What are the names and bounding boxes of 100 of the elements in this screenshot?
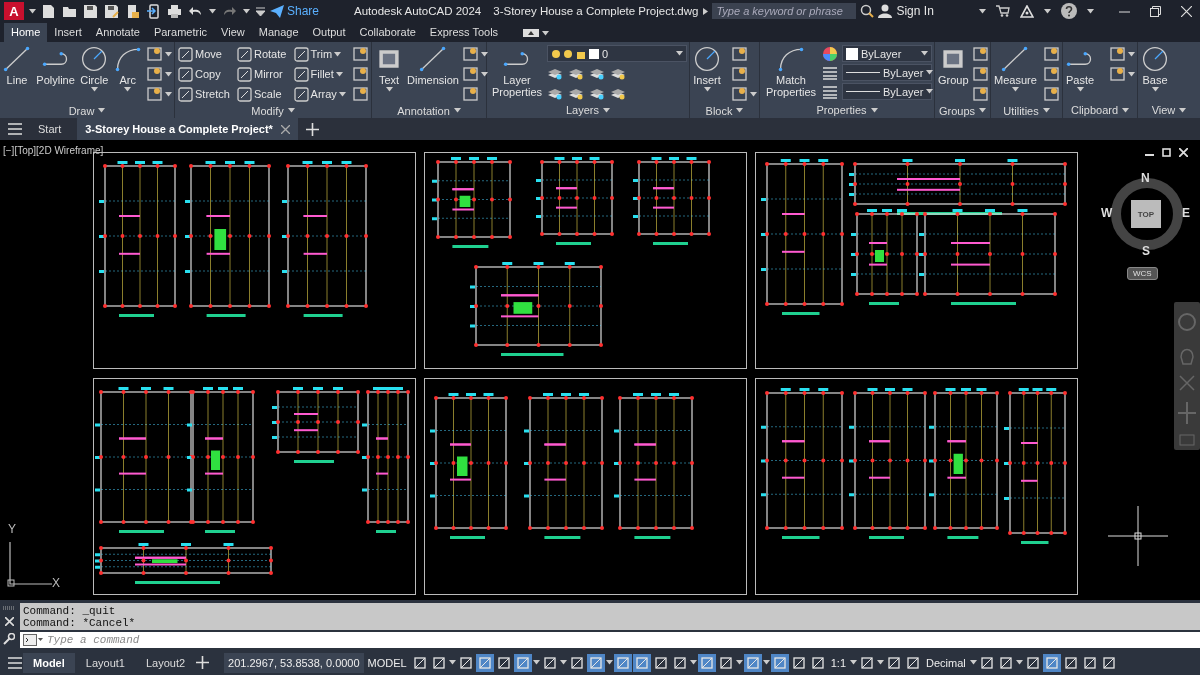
triangle-network-icon[interactable] — [1019, 4, 1034, 18]
caret-icon[interactable] — [448, 660, 456, 665]
ribbon-tab[interactable]: View — [214, 23, 252, 42]
status-toggle[interactable] — [697, 653, 716, 672]
caret-icon[interactable] — [1015, 660, 1023, 665]
caret-icon[interactable] — [453, 108, 461, 113]
caret-icon[interactable] — [164, 71, 172, 77]
save-as-icon[interactable] — [104, 3, 119, 19]
tool-button[interactable]: Circle — [79, 45, 110, 92]
tool-icon[interactable] — [1109, 46, 1126, 62]
caret-icon[interactable] — [338, 91, 346, 97]
layer-tool-icon[interactable] — [610, 86, 626, 100]
caret-icon[interactable] — [877, 660, 885, 665]
tool-icon[interactable] — [1043, 86, 1060, 102]
document-tab[interactable]: 3-Storey House a Complete Project* — [77, 118, 298, 140]
panel-title[interactable]: Block — [692, 103, 757, 118]
ribbon-tab[interactable]: Collaborate — [352, 23, 423, 42]
status-toggle[interactable] — [1042, 653, 1061, 672]
lines-icon[interactable] — [822, 84, 838, 99]
tool-icon[interactable] — [352, 46, 369, 62]
compass-letter[interactable]: S — [1142, 244, 1150, 258]
caret-icon[interactable] — [1151, 87, 1159, 92]
cart-icon[interactable] — [995, 5, 1010, 17]
caret-icon[interactable] — [385, 87, 393, 92]
tool-button[interactable]: Text — [374, 45, 404, 92]
ribbon-tab[interactable]: Express Tools — [422, 23, 506, 42]
caret-icon[interactable] — [1042, 108, 1050, 113]
tool-button[interactable]: Group — [937, 45, 970, 86]
property-dropdown[interactable]: ByLayer — [842, 64, 932, 81]
caret-icon[interactable] — [164, 91, 172, 97]
caret-icon[interactable] — [209, 8, 216, 14]
status-toggle[interactable] — [743, 653, 762, 672]
compass-letter[interactable]: E — [1182, 206, 1190, 220]
caret-icon[interactable] — [926, 70, 934, 75]
viewcube-face[interactable]: TOP — [1131, 200, 1161, 228]
tool-button[interactable]: Paste — [1065, 45, 1096, 92]
tool-button[interactable]: Arc — [112, 45, 143, 92]
user-icon[interactable] — [878, 4, 893, 18]
caret-icon[interactable] — [735, 660, 743, 665]
layout-tab[interactable]: Layout2 — [135, 652, 196, 673]
caret-icon[interactable] — [762, 660, 770, 665]
tool-button[interactable]: Mirror — [236, 65, 288, 83]
restore-icon[interactable] — [1149, 5, 1161, 17]
tool-button[interactable]: Move — [177, 45, 231, 63]
help-icon[interactable] — [1060, 3, 1077, 19]
search-field[interactable]: Type a keyword or phrase — [712, 3, 857, 19]
tool-icon[interactable] — [731, 46, 748, 62]
tool-icon[interactable] — [461, 66, 479, 82]
tool-icon[interactable] — [971, 66, 989, 82]
compass-letter[interactable]: W — [1101, 206, 1113, 220]
sign-in-button[interactable]: Sign In — [896, 4, 934, 18]
tool-button[interactable]: Stretch — [177, 85, 231, 103]
status-toggle[interactable] — [632, 653, 651, 672]
wrench-icon[interactable] — [3, 632, 15, 645]
layer-tool-icon[interactable] — [547, 86, 563, 100]
caret-icon[interactable] — [1086, 8, 1094, 14]
status-text[interactable]: 1:1 — [827, 656, 850, 669]
caret-icon[interactable] — [559, 660, 567, 665]
panel-title[interactable]: Groups — [937, 103, 988, 118]
status-toggle[interactable] — [586, 653, 605, 672]
new-tab-icon[interactable] — [305, 122, 319, 136]
tool-button[interactable]: Trim — [292, 45, 347, 63]
layer-dropdown[interactable]: 0 — [547, 45, 687, 62]
coordinates-readout[interactable]: 201.2967, 53.8538, 0.0000 — [224, 652, 364, 673]
tool-button[interactable]: Scale — [236, 85, 288, 103]
caret-icon[interactable] — [1128, 71, 1135, 77]
tool-icon[interactable] — [1043, 66, 1060, 82]
caret-icon[interactable] — [603, 107, 610, 113]
tool-icon[interactable] — [461, 86, 479, 102]
tool-button[interactable]: Base — [1140, 45, 1170, 92]
menu-icon[interactable] — [8, 656, 22, 669]
tool-button[interactable]: Insert — [692, 45, 722, 92]
save-icon[interactable] — [83, 3, 98, 19]
caret-icon[interactable] — [750, 91, 757, 97]
tool-button[interactable]: Fillet — [292, 65, 347, 83]
share-button[interactable]: Share — [270, 4, 320, 18]
tool-icon[interactable] — [731, 86, 748, 102]
menu-icon[interactable] — [8, 123, 22, 135]
panel-title[interactable]: View — [1140, 102, 1198, 118]
compass-letter[interactable]: N — [1141, 171, 1150, 185]
caret-icon[interactable] — [335, 71, 343, 77]
property-dropdown[interactable]: ByLayer — [842, 45, 932, 62]
ribbon-tab[interactable]: Home — [4, 23, 48, 42]
tool-icon[interactable] — [145, 66, 163, 82]
caret-icon[interactable] — [689, 660, 697, 665]
new-layout-icon[interactable] — [196, 656, 210, 669]
caret-icon[interactable] — [480, 71, 488, 77]
property-dropdown[interactable]: ByLayer — [842, 83, 932, 100]
layout-tab[interactable]: Layout1 — [75, 652, 135, 673]
expand-arrow-icon[interactable] — [703, 7, 709, 15]
caret-icon[interactable] — [124, 87, 132, 92]
caret-icon[interactable] — [98, 108, 106, 113]
ribbon-tab[interactable]: Output — [305, 23, 353, 42]
status-toggle[interactable] — [770, 653, 789, 672]
tool-button[interactable]: Array — [292, 85, 347, 103]
layer-tool-icon[interactable] — [589, 86, 605, 100]
tool-icon[interactable] — [145, 86, 163, 102]
tool-icon[interactable] — [145, 46, 163, 62]
caret-icon[interactable] — [29, 8, 36, 14]
caret-icon[interactable] — [1128, 51, 1135, 57]
